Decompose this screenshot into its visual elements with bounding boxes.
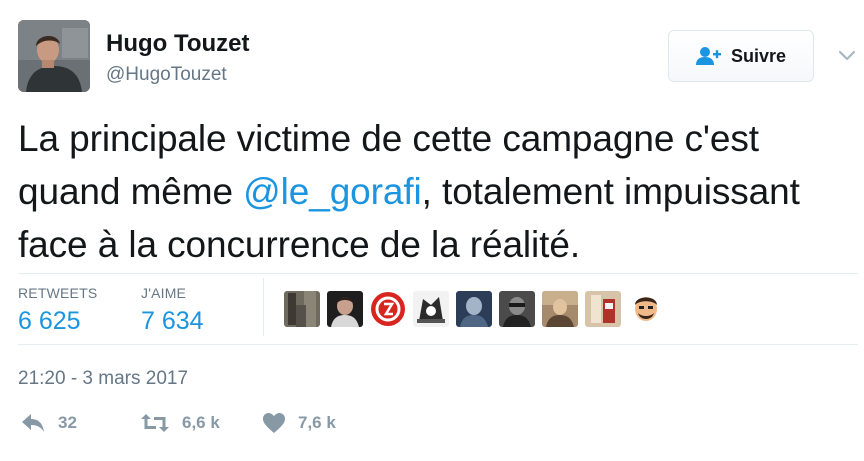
heart-icon <box>262 412 286 434</box>
liker-avatar[interactable] <box>284 291 320 327</box>
tweet-text: La principale victime de cette campagne … <box>18 112 858 271</box>
chevron-down-icon[interactable] <box>836 44 858 66</box>
author-name[interactable]: Hugo Touzet <box>106 30 250 58</box>
liker-avatar[interactable] <box>499 291 535 327</box>
follow-button[interactable]: Suivre <box>668 30 814 82</box>
stats-divider-top <box>18 273 858 274</box>
retweets-count: 6 625 <box>18 307 81 335</box>
liker-avatar[interactable] <box>370 291 406 327</box>
tweet-actions: 32 6,6 k 7,6 k <box>18 412 418 442</box>
like-count: 7,6 k <box>298 413 336 432</box>
likes-label: J'AIME <box>141 285 187 301</box>
retweets-stat[interactable]: RETWEETS 6 625 <box>18 285 97 336</box>
tweet-timestamp[interactable]: 21:20 - 3 mars 2017 <box>18 368 188 390</box>
liker-avatar[interactable] <box>413 291 449 327</box>
reply-count: 32 <box>58 413 77 432</box>
retweet-icon <box>140 412 170 434</box>
liker-avatar[interactable] <box>327 291 363 327</box>
add-user-icon <box>695 46 722 66</box>
liker-avatar[interactable] <box>542 291 578 327</box>
retweet-button[interactable]: 6,6 k <box>140 412 220 434</box>
stats-separator <box>263 278 264 336</box>
likes-count: 7 634 <box>141 307 204 335</box>
like-button[interactable]: 7,6 k <box>262 412 336 434</box>
retweets-label: RETWEETS <box>18 285 98 301</box>
stats-divider-bottom <box>18 344 858 345</box>
reply-icon <box>20 412 46 434</box>
tweet-card: Hugo Touzet @HugoTouzet Suivre La princi… <box>0 0 864 461</box>
reply-button[interactable]: 32 <box>20 412 77 434</box>
retweet-count: 6,6 k <box>182 413 220 432</box>
author-handle[interactable]: @HugoTouzet <box>106 64 227 86</box>
liker-avatar[interactable] <box>628 291 664 327</box>
follow-button-label: Suivre <box>730 45 787 66</box>
author-avatar[interactable] <box>18 20 90 92</box>
likes-stat[interactable]: J'AIME 7 634 <box>141 285 204 336</box>
liker-avatar[interactable] <box>585 291 621 327</box>
mention-link[interactable]: @le_gorafi <box>243 171 422 212</box>
liker-avatars <box>284 291 664 327</box>
liker-avatar[interactable] <box>456 291 492 327</box>
